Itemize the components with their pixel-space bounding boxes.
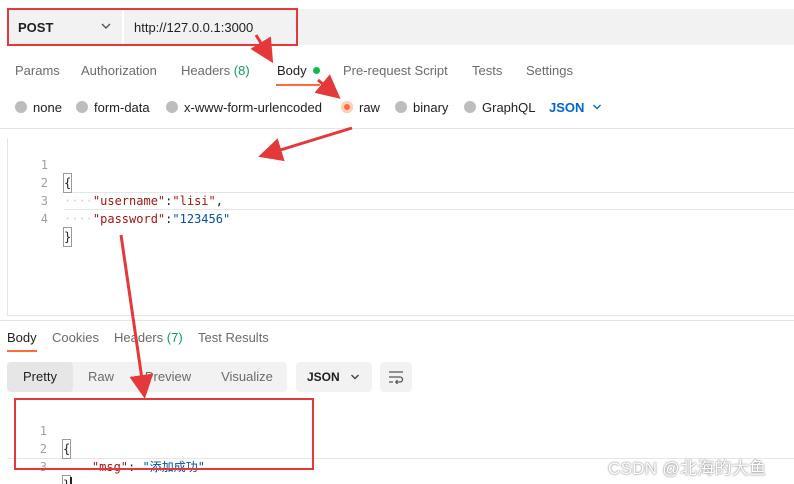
watermark: CSDN @北海的大鱼 — [608, 459, 767, 478]
radio-circle-icon — [15, 101, 27, 113]
active-tab-indicator — [276, 84, 320, 86]
radio-binary[interactable]: binary — [395, 96, 448, 118]
response-line: 2 "msg": "添加成功" — [7, 422, 787, 474]
close-brace: } — [61, 475, 72, 484]
json-value: "123456" — [172, 212, 231, 226]
tab-count: (8) — [233, 63, 250, 78]
body-format-label: JSON — [549, 99, 585, 115]
line-number: 4 — [40, 212, 48, 226]
tab-cookies[interactable]: Cookies — [52, 327, 99, 349]
tab-label: Params — [15, 63, 60, 78]
wrap-lines-button[interactable] — [380, 362, 412, 392]
request-tabs: Params Authorization Headers (8) Body Pr… — [0, 56, 794, 88]
view-visualize-button[interactable]: Visualize — [209, 362, 285, 392]
editor-line: 4 } — [8, 192, 788, 247]
divider — [0, 128, 794, 129]
tab-label: Headers — [114, 330, 164, 345]
tab-tests[interactable]: Tests — [472, 56, 502, 88]
tab-label: Body — [277, 63, 307, 78]
radio-circle-icon — [76, 101, 88, 113]
tab-label: Authorization — [81, 63, 157, 78]
whitespace-marker: ···· — [64, 212, 93, 226]
json-key: "password" — [92, 212, 166, 226]
view-label: Raw — [87, 369, 114, 384]
editor-line: 3 ····"password":"123456" — [8, 174, 788, 226]
chevron-down-icon — [350, 374, 359, 380]
tab-response-body[interactable]: Body — [7, 327, 37, 349]
editor-line: 1 { — [8, 138, 788, 193]
radio-graphql[interactable]: GraphQL — [464, 96, 535, 118]
json-value: "添加成功" — [142, 460, 205, 474]
tab-label: Headers — [181, 63, 231, 78]
response-body-viewer[interactable]: 1 { 2 "msg": "添加成功" 3 } — [7, 403, 794, 484]
url-input[interactable]: http://127.0.0.1:3000 — [124, 9, 794, 45]
tab-pre-request-script[interactable]: Pre-request Script — [343, 56, 448, 88]
radio-label: binary — [413, 99, 449, 115]
tab-count: (7) — [166, 330, 183, 345]
view-mode-group: Pretty Raw Preview Visualize — [7, 362, 287, 392]
tab-test-results[interactable]: Test Results — [198, 327, 269, 349]
tab-label: Settings — [526, 63, 573, 78]
body-format-select[interactable]: JSON — [549, 96, 602, 118]
wrap-lines-icon — [389, 371, 404, 384]
tab-headers[interactable]: Headers (8) — [181, 56, 250, 88]
request-body-editor[interactable]: 1 { 2 ····"username":"lisi", 3 ····"pass… — [7, 138, 794, 316]
line-number: 3 — [39, 460, 47, 474]
radio-selected-icon — [341, 101, 353, 113]
divider — [0, 320, 794, 321]
active-tab-indicator — [7, 350, 37, 352]
editor-line: 2 ····"username":"lisi", — [8, 156, 788, 208]
radio-circle-icon — [166, 101, 178, 113]
response-line: 1 { — [7, 404, 787, 459]
close-brace: } — [62, 227, 73, 247]
view-label: Preview — [144, 369, 192, 384]
radio-raw[interactable]: raw — [341, 96, 380, 118]
radio-x-www-form-urlencoded[interactable]: x-www-form-urlencoded — [166, 96, 322, 118]
json-key: "msg" — [91, 460, 129, 474]
tab-params[interactable]: Params — [15, 56, 60, 88]
tab-label: Cookies — [52, 330, 99, 345]
chevron-down-icon — [101, 23, 111, 29]
chevron-down-icon — [593, 104, 602, 110]
text-cursor — [70, 477, 73, 484]
url-text: http://127.0.0.1:3000 — [134, 19, 254, 35]
response-format-select[interactable]: JSON — [296, 362, 372, 392]
view-label: Visualize — [221, 369, 273, 384]
view-pretty-button[interactable]: Pretty — [7, 362, 73, 392]
view-raw-button[interactable]: Raw — [75, 362, 127, 392]
tab-settings[interactable]: Settings — [526, 56, 573, 88]
response-format-label: JSON — [307, 370, 340, 384]
view-preview-button[interactable]: Preview — [131, 362, 205, 392]
radio-label: GraphQL — [482, 99, 536, 115]
body-type-group: none form-data x-www-form-urlencoded raw… — [0, 96, 794, 118]
tab-authorization[interactable]: Authorization — [81, 56, 157, 88]
radio-none[interactable]: none — [15, 96, 62, 118]
radio-form-data[interactable]: form-data — [76, 96, 150, 118]
radio-circle-icon — [464, 101, 476, 113]
radio-circle-icon — [395, 101, 407, 113]
radio-label: raw — [359, 99, 380, 115]
tab-label: Pre-request Script — [343, 63, 448, 78]
method-select[interactable]: POST — [8, 9, 122, 45]
tab-label: Body — [7, 330, 37, 345]
tab-response-headers[interactable]: Headers (7) — [114, 327, 183, 349]
tab-label: Tests — [472, 63, 503, 78]
tab-label: Test Results — [198, 330, 269, 345]
radio-label: x-www-form-urlencoded — [184, 99, 322, 115]
view-label: Pretty — [23, 369, 57, 384]
radio-label: none — [33, 99, 62, 115]
radio-label: form-data — [94, 99, 150, 115]
status-dot-icon — [312, 67, 320, 74]
response-tabs: Body Cookies Headers (7) Test Results — [0, 327, 794, 351]
method-label: POST — [18, 19, 54, 35]
